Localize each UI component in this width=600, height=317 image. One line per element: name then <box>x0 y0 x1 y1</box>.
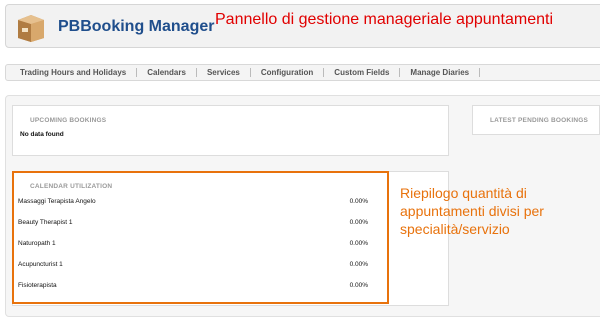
main-nav: Trading Hours and Holidays Calendars Ser… <box>5 64 600 81</box>
utilization-value: 0.00% <box>349 282 368 289</box>
no-data-text: No data found <box>20 131 64 138</box>
calendar-name: Beauty Therapist 1 <box>18 219 73 226</box>
calendar-name: Massaggi Terapista Angelo <box>18 198 96 205</box>
header-annotation: Pannello di gestione manageriale appunta… <box>215 11 554 28</box>
upcoming-bookings-title: UPCOMING BOOKINGS <box>30 117 107 124</box>
upcoming-bookings-panel: UPCOMING BOOKINGS No data found <box>12 105 449 156</box>
nav-item-services[interactable]: Services <box>197 68 251 77</box>
pending-bookings-panel: LATEST PENDING BOOKINGS <box>472 105 600 135</box>
utilization-value: 0.00% <box>349 219 368 226</box>
utilization-row: Naturopath 1 0.00% <box>18 240 368 247</box>
calendar-name: Fisioterapista <box>18 282 57 289</box>
utilization-row: Beauty Therapist 1 0.00% <box>18 219 368 226</box>
nav-item-configuration[interactable]: Configuration <box>251 68 325 77</box>
box-icon <box>18 15 44 42</box>
utilization-row: Acupuncturist 1 0.00% <box>18 261 368 268</box>
utilization-value: 0.00% <box>349 198 368 205</box>
nav-item-calendars[interactable]: Calendars <box>137 68 197 77</box>
nav-item-manage-diaries[interactable]: Manage Diaries <box>400 68 481 77</box>
nav-item-custom-fields[interactable]: Custom Fields <box>324 68 401 77</box>
calendar-utilization-title: CALENDAR UTILIZATION <box>30 183 113 190</box>
calendar-name: Naturopath 1 <box>18 240 56 247</box>
app-title: PBBooking Manager <box>58 18 215 35</box>
calendar-name: Acupuncturist 1 <box>18 261 63 268</box>
utilization-row: Massaggi Terapista Angelo 0.00% <box>18 198 368 205</box>
side-annotation: Riepilogo quantità di appuntamenti divis… <box>400 185 544 237</box>
utilization-row: Fisioterapista 0.00% <box>18 282 368 289</box>
pending-bookings-title: LATEST PENDING BOOKINGS <box>490 117 589 124</box>
nav-item-trading-hours[interactable]: Trading Hours and Holidays <box>10 68 138 77</box>
utilization-value: 0.00% <box>349 261 368 268</box>
utilization-value: 0.00% <box>349 240 368 247</box>
